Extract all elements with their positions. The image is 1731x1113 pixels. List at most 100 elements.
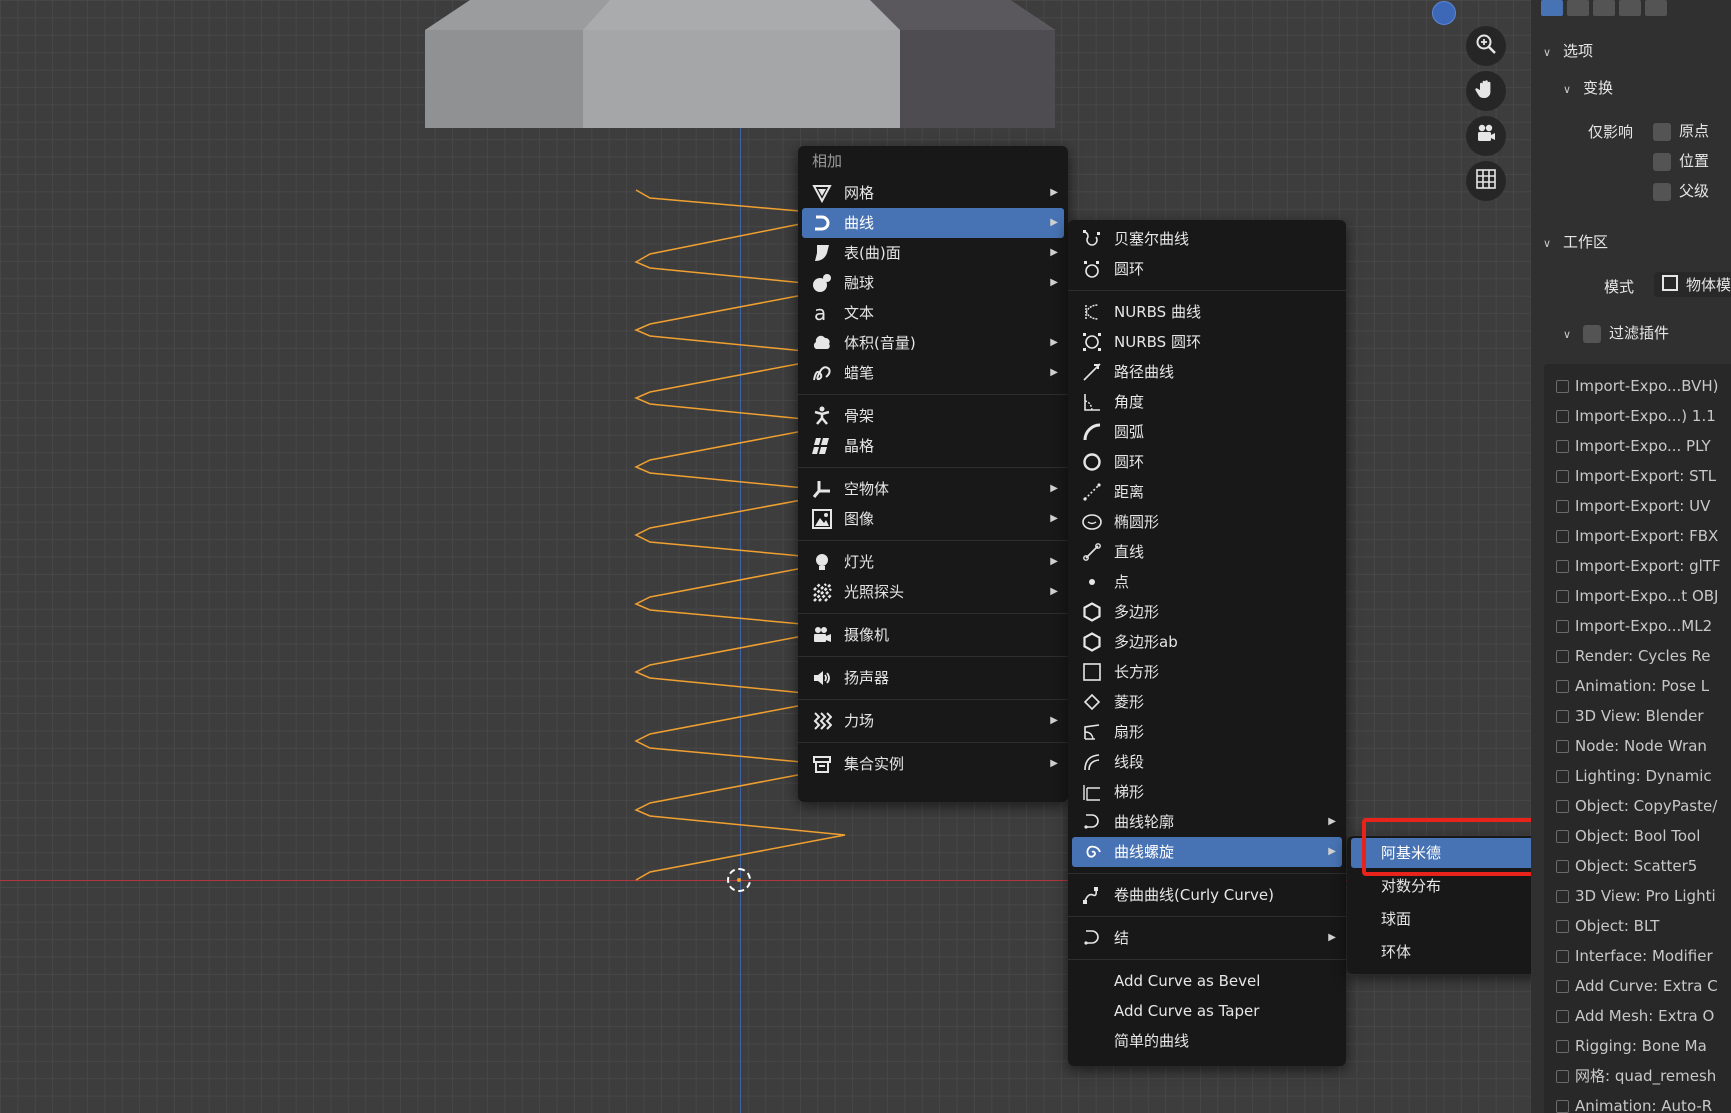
- menu-item-light-probe[interactable]: 光照探头 ▶: [802, 577, 1064, 607]
- addon-item[interactable]: 网格: quad_remesh: [1556, 1062, 1716, 1090]
- addon-checkbox[interactable]: [1556, 380, 1569, 393]
- addon-item[interactable]: Object: Bool Tool: [1556, 822, 1700, 850]
- addon-checkbox[interactable]: [1556, 830, 1569, 843]
- addon-checkbox[interactable]: [1556, 920, 1569, 933]
- addon-item[interactable]: Rigging: Bone Ma: [1556, 1032, 1707, 1060]
- menu-item-circle[interactable]: 圆环: [1072, 447, 1342, 477]
- addon-checkbox[interactable]: [1556, 1100, 1569, 1113]
- menu-item-simple-curve[interactable]: 简单的曲线: [1072, 1026, 1342, 1056]
- ortho-toggle-button[interactable]: [1466, 161, 1506, 201]
- addon-item[interactable]: Lighting: Dynamic: [1556, 762, 1712, 790]
- menu-item-empty[interactable]: 空物体 ▶: [802, 474, 1064, 504]
- menu-item-path[interactable]: 路径曲线: [1072, 357, 1342, 387]
- addon-item[interactable]: Interface: Modifier: [1556, 942, 1713, 970]
- addon-checkbox[interactable]: [1556, 770, 1569, 783]
- addon-checkbox[interactable]: [1556, 740, 1569, 753]
- addon-filter-list[interactable]: Import-Expo...BVH) Import-Expo...) 1.1 Imp…: [1544, 364, 1731, 1113]
- menu-item-nurbs-curve[interactable]: NURBS 曲线: [1072, 297, 1342, 327]
- menu-item-add-curve-taper[interactable]: Add Curve as Taper: [1072, 996, 1342, 1026]
- addon-item[interactable]: Object: Scatter5: [1556, 852, 1697, 880]
- menu-item-curve[interactable]: 曲线 ▶: [802, 208, 1064, 238]
- addon-checkbox[interactable]: [1556, 560, 1569, 573]
- options-header[interactable]: ∨ 选项: [1543, 40, 1593, 61]
- menu-item-text[interactable]: a 文本: [802, 298, 1064, 328]
- addon-item[interactable]: Node: Node Wran: [1556, 732, 1707, 760]
- menu-item-armature[interactable]: 骨架: [802, 401, 1064, 431]
- zoom-button[interactable]: [1466, 26, 1506, 66]
- location-checkbox[interactable]: 位置: [1653, 150, 1709, 171]
- addon-item[interactable]: Animation: Auto-R: [1556, 1092, 1712, 1113]
- filter-addons-toggle[interactable]: ∨ 过滤插件: [1563, 322, 1669, 343]
- menu-item-collection-instance[interactable]: 集合实例 ▶: [802, 749, 1064, 779]
- transform-header[interactable]: ∨ 变换: [1563, 77, 1613, 98]
- select-intersect-icon[interactable]: [1645, 0, 1667, 16]
- addon-checkbox[interactable]: [1556, 980, 1569, 993]
- addon-item[interactable]: Render: Cycles Re: [1556, 642, 1711, 670]
- menu-item-trapezoid[interactable]: 梯形: [1072, 777, 1342, 807]
- menu-item-curve-profile[interactable]: 曲线轮廓 ▶: [1072, 807, 1342, 837]
- menu-item-bezier[interactable]: 贝塞尔曲线: [1072, 224, 1342, 254]
- menu-item-segment[interactable]: 线段: [1072, 747, 1342, 777]
- addon-checkbox[interactable]: [1556, 950, 1569, 963]
- menu-item-mesh[interactable]: 网格 ▶: [802, 178, 1064, 208]
- addon-checkbox[interactable]: [1556, 1040, 1569, 1053]
- menu-item-knot[interactable]: 结 ▶: [1072, 923, 1342, 953]
- addon-checkbox[interactable]: [1556, 470, 1569, 483]
- addon-item[interactable]: Import-Export: glTF: [1556, 552, 1721, 580]
- addon-item[interactable]: Add Curve: Extra C: [1556, 972, 1718, 1000]
- menu-item-grease-pencil[interactable]: 蜡笔 ▶: [802, 358, 1064, 388]
- addon-item[interactable]: Object: BLT: [1556, 912, 1659, 940]
- select-invert-icon[interactable]: [1619, 0, 1641, 16]
- menu-item-polygon[interactable]: 多边形: [1072, 597, 1342, 627]
- addon-checkbox[interactable]: [1556, 1070, 1569, 1083]
- addon-checkbox[interactable]: [1556, 500, 1569, 513]
- addon-item[interactable]: Import-Expo...BVH): [1556, 372, 1719, 400]
- menu-item-bezier-circle[interactable]: 圆环: [1072, 254, 1342, 284]
- workspace-header[interactable]: ∨ 工作区: [1543, 231, 1608, 252]
- addon-item[interactable]: Animation: Pose L: [1556, 672, 1709, 700]
- menu-item-speaker[interactable]: 扬声器: [802, 663, 1064, 693]
- select-subtract-icon[interactable]: [1593, 0, 1615, 16]
- menu-item-volume[interactable]: 体积(音量) ▶: [802, 328, 1064, 358]
- select-mode-toolbar[interactable]: [1541, 0, 1671, 18]
- origin-checkbox[interactable]: 原点: [1653, 120, 1709, 141]
- menu-item-distance[interactable]: 距离: [1072, 477, 1342, 507]
- menu-item-image[interactable]: 图像 ▶: [802, 504, 1064, 534]
- addon-item[interactable]: Import-Expo... PLY: [1556, 432, 1711, 460]
- addon-checkbox[interactable]: [1556, 860, 1569, 873]
- addon-checkbox[interactable]: [1556, 890, 1569, 903]
- menu-item-camera[interactable]: 摄像机: [802, 620, 1064, 650]
- addon-item[interactable]: Import-Expo...t OBJ: [1556, 582, 1718, 610]
- addon-item[interactable]: Object: CopyPaste/: [1556, 792, 1717, 820]
- menu-item-force-field[interactable]: 力场 ▶: [802, 706, 1064, 736]
- pan-button[interactable]: [1466, 71, 1506, 111]
- addon-checkbox[interactable]: [1556, 530, 1569, 543]
- menu-item-surface[interactable]: 表(曲)面 ▶: [802, 238, 1064, 268]
- addon-checkbox[interactable]: [1556, 710, 1569, 723]
- addon-checkbox[interactable]: [1556, 410, 1569, 423]
- addon-item[interactable]: Import-Expo...) 1.1: [1556, 402, 1716, 430]
- menu-item-sector[interactable]: 扇形: [1072, 717, 1342, 747]
- menu-item-light[interactable]: 灯光 ▶: [802, 547, 1064, 577]
- camera-view-button[interactable]: [1466, 116, 1506, 156]
- addon-checkbox[interactable]: [1556, 1010, 1569, 1023]
- select-new-icon[interactable]: [1541, 0, 1563, 16]
- menu-item-rhomb[interactable]: 菱形: [1072, 687, 1342, 717]
- addon-item[interactable]: Import-Export: UV: [1556, 492, 1710, 520]
- addon-item[interactable]: Import-Export: STL: [1556, 462, 1716, 490]
- menu-item-curly-curve[interactable]: 卷曲曲线(Curly Curve): [1072, 880, 1342, 910]
- menu-item-ellipse[interactable]: 椭圆形: [1072, 507, 1342, 537]
- addon-checkbox[interactable]: [1556, 620, 1569, 633]
- mode-dropdown[interactable]: 物体模: [1654, 272, 1731, 297]
- addon-item[interactable]: Add Mesh: Extra O: [1556, 1002, 1714, 1030]
- addon-item[interactable]: Import-Expo...ML2: [1556, 612, 1712, 640]
- menu-item-point[interactable]: 点: [1072, 567, 1342, 597]
- select-extend-icon[interactable]: [1567, 0, 1589, 16]
- addon-item[interactable]: Import-Export: FBX: [1556, 522, 1718, 550]
- menu-item-nurbs-circle[interactable]: NURBS 圆环: [1072, 327, 1342, 357]
- addon-checkbox[interactable]: [1556, 590, 1569, 603]
- addon-item[interactable]: 3D View: Blender: [1556, 702, 1704, 730]
- menu-item-polygon-ab[interactable]: 多边形ab: [1072, 627, 1342, 657]
- menu-item-line[interactable]: 直线: [1072, 537, 1342, 567]
- menu-item-add-curve-bevel[interactable]: Add Curve as Bevel: [1072, 966, 1342, 996]
